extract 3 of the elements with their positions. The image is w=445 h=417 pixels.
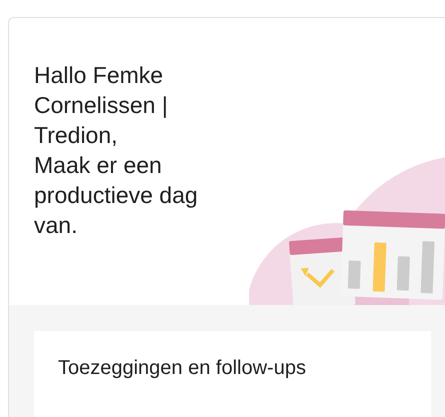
greeting-text: Maak er een productieve dag van. (34, 151, 199, 240)
greeting-text: Hallo Femke Cornelissen | Tredion, (34, 61, 169, 150)
section-title: Toezeggingen en follow-ups (58, 357, 307, 380)
